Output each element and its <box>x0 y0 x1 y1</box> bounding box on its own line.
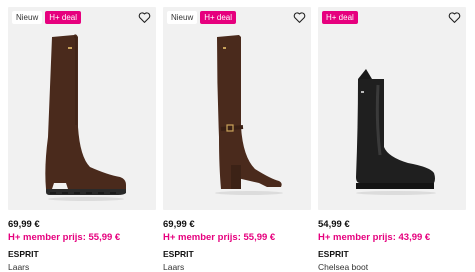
member-price: H+ member prijs: 43,99 € <box>318 232 431 243</box>
badge-group: H+ deal <box>322 11 358 24</box>
product-brand: ESPRIT <box>163 249 194 259</box>
heart-outline-icon[interactable] <box>448 11 461 24</box>
product-image[interactable] <box>163 7 311 210</box>
heart-outline-icon[interactable] <box>138 11 151 24</box>
product-image[interactable] <box>318 7 466 210</box>
product-price: 69,99 € <box>163 219 195 230</box>
member-price: H+ member prijs: 55,99 € <box>163 232 276 243</box>
heart-outline-icon[interactable] <box>293 11 306 24</box>
badge-group: Nieuw H+ deal <box>12 11 82 24</box>
new-badge: Nieuw <box>167 11 198 24</box>
product-image-area[interactable]: Nieuw H+ deal <box>8 7 156 210</box>
product-grid: Nieuw H+ deal 69,99 € H+ member prijs: 5… <box>8 7 466 272</box>
product-brand: ESPRIT <box>318 249 349 259</box>
deal-badge: H+ deal <box>45 11 82 24</box>
product-type: Laars <box>163 262 185 272</box>
badge-group: Nieuw H+ deal <box>167 11 237 24</box>
product-image[interactable] <box>8 7 156 210</box>
product-type: Chelsea boot <box>318 262 369 272</box>
deal-badge: H+ deal <box>322 11 358 24</box>
product-card[interactable]: H+ deal 54,99 € H+ member prijs: 43,99 €… <box>318 7 466 272</box>
product-image-area[interactable]: Nieuw H+ deal <box>163 7 311 210</box>
product-card[interactable]: Nieuw H+ deal 69,99 € H+ member prijs: 5… <box>8 7 156 272</box>
product-brand: ESPRIT <box>8 249 39 259</box>
deal-badge: H+ deal <box>200 11 237 24</box>
product-price: 69,99 € <box>8 219 40 230</box>
new-badge: Nieuw <box>12 11 43 24</box>
product-image-area[interactable]: H+ deal <box>318 7 466 210</box>
product-price: 54,99 € <box>318 219 350 230</box>
product-card[interactable]: Nieuw H+ deal 69,99 € H+ member prijs: 5… <box>163 7 311 272</box>
member-price: H+ member prijs: 55,99 € <box>8 232 121 243</box>
product-type: Laars <box>8 262 30 272</box>
